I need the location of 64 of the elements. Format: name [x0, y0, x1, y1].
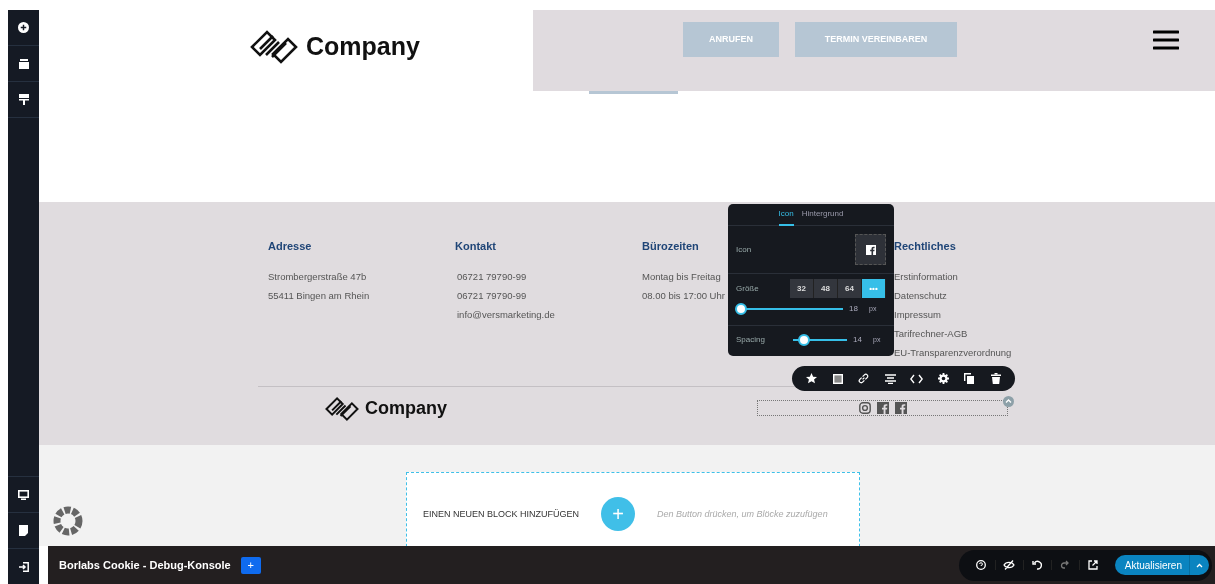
logo-icon [325, 396, 359, 421]
column-heading: Bürozeiten [642, 239, 699, 254]
column-heading: Kontakt [455, 239, 496, 254]
menu-icon[interactable] [1153, 30, 1179, 50]
add-block-hint: Den Button drücken, um Blöcke zuzufügen [657, 508, 828, 521]
expand-button[interactable]: + [240, 556, 261, 574]
facebook-icon [865, 244, 876, 255]
footer-text[interactable]: Tarifrechner-AGB [894, 323, 968, 343]
footer-text[interactable]: Datenschutz [894, 285, 947, 305]
add-block-title: EINEN NEUEN BLOCK HINZUFÜGEN [423, 508, 580, 521]
instagram-icon[interactable] [858, 402, 871, 414]
settings-icon[interactable] [937, 373, 949, 384]
undo-icon[interactable] [1032, 560, 1043, 570]
slider-thumb[interactable] [797, 334, 810, 346]
update-button[interactable]: Aktualisieren [1114, 555, 1189, 575]
size-option[interactable]: 32 [790, 279, 814, 298]
footer-text: Montag bis Freitag [642, 269, 721, 284]
trash-icon[interactable] [990, 373, 1001, 384]
footer-text: info@versmarketing.de [456, 307, 555, 322]
add-icon[interactable] [18, 22, 29, 33]
redo-icon[interactable] [1060, 560, 1071, 570]
help-icon[interactable] [975, 560, 986, 570]
social-icons-block[interactable] [757, 400, 1008, 416]
footer-text[interactable]: Impressum [894, 304, 941, 324]
logo-text: Company [306, 31, 420, 62]
options-dropdown-button[interactable] [1189, 555, 1209, 575]
star-icon[interactable] [805, 373, 817, 384]
setting-label: Icon [736, 243, 752, 256]
footer-text: 06721 79790-99 [456, 288, 527, 303]
footer-text[interactable]: Erstinformation [894, 266, 958, 286]
slider-value: 14 [853, 334, 863, 346]
footer-text: Strombergerstraße 47b [268, 269, 367, 284]
setting-label: Spacing [736, 334, 766, 346]
footer-text: 55411 Bingen am Rhein [268, 288, 370, 303]
align-center-icon[interactable] [884, 373, 896, 384]
note-icon[interactable] [19, 525, 28, 536]
caret-icon [1196, 562, 1203, 568]
exit-icon[interactable] [18, 561, 29, 572]
logo-text: Company [365, 397, 447, 420]
setting-label: Größe [736, 282, 759, 295]
logo-icon [250, 29, 298, 64]
footer-text: 06721 79790-99 [456, 269, 527, 284]
size-option[interactable]: 64 [838, 279, 862, 298]
copy-icon[interactable] [964, 373, 975, 384]
square-icon[interactable] [832, 373, 843, 384]
layout-icon[interactable] [18, 94, 29, 105]
loading-icon [52, 505, 84, 537]
link-icon[interactable] [858, 373, 870, 384]
settings-tab[interactable]: Icon [778, 204, 794, 226]
footer-text[interactable]: EU-Transparenzverordnung [894, 342, 1012, 362]
code-icon[interactable] [910, 373, 924, 384]
settings-tab[interactable]: Hintergrund [801, 204, 844, 226]
footer-text: 08.00 bis 17:00 Uhr [642, 288, 725, 303]
hidden-icon[interactable] [1003, 560, 1016, 570]
column-heading: Adresse [268, 239, 312, 254]
desktop-icon[interactable] [18, 489, 29, 500]
slider-thumb[interactable] [735, 303, 748, 315]
debug-console-title: Borlabs Cookie - Debug-Konsole [59, 557, 231, 573]
size-option[interactable]: 48 [814, 279, 838, 298]
box-icon[interactable] [18, 58, 29, 69]
slider-value: 18 [849, 303, 859, 315]
column-heading: Rechtliches [894, 239, 956, 254]
icon-picker[interactable] [855, 234, 886, 265]
external-link-icon[interactable] [1088, 560, 1099, 570]
